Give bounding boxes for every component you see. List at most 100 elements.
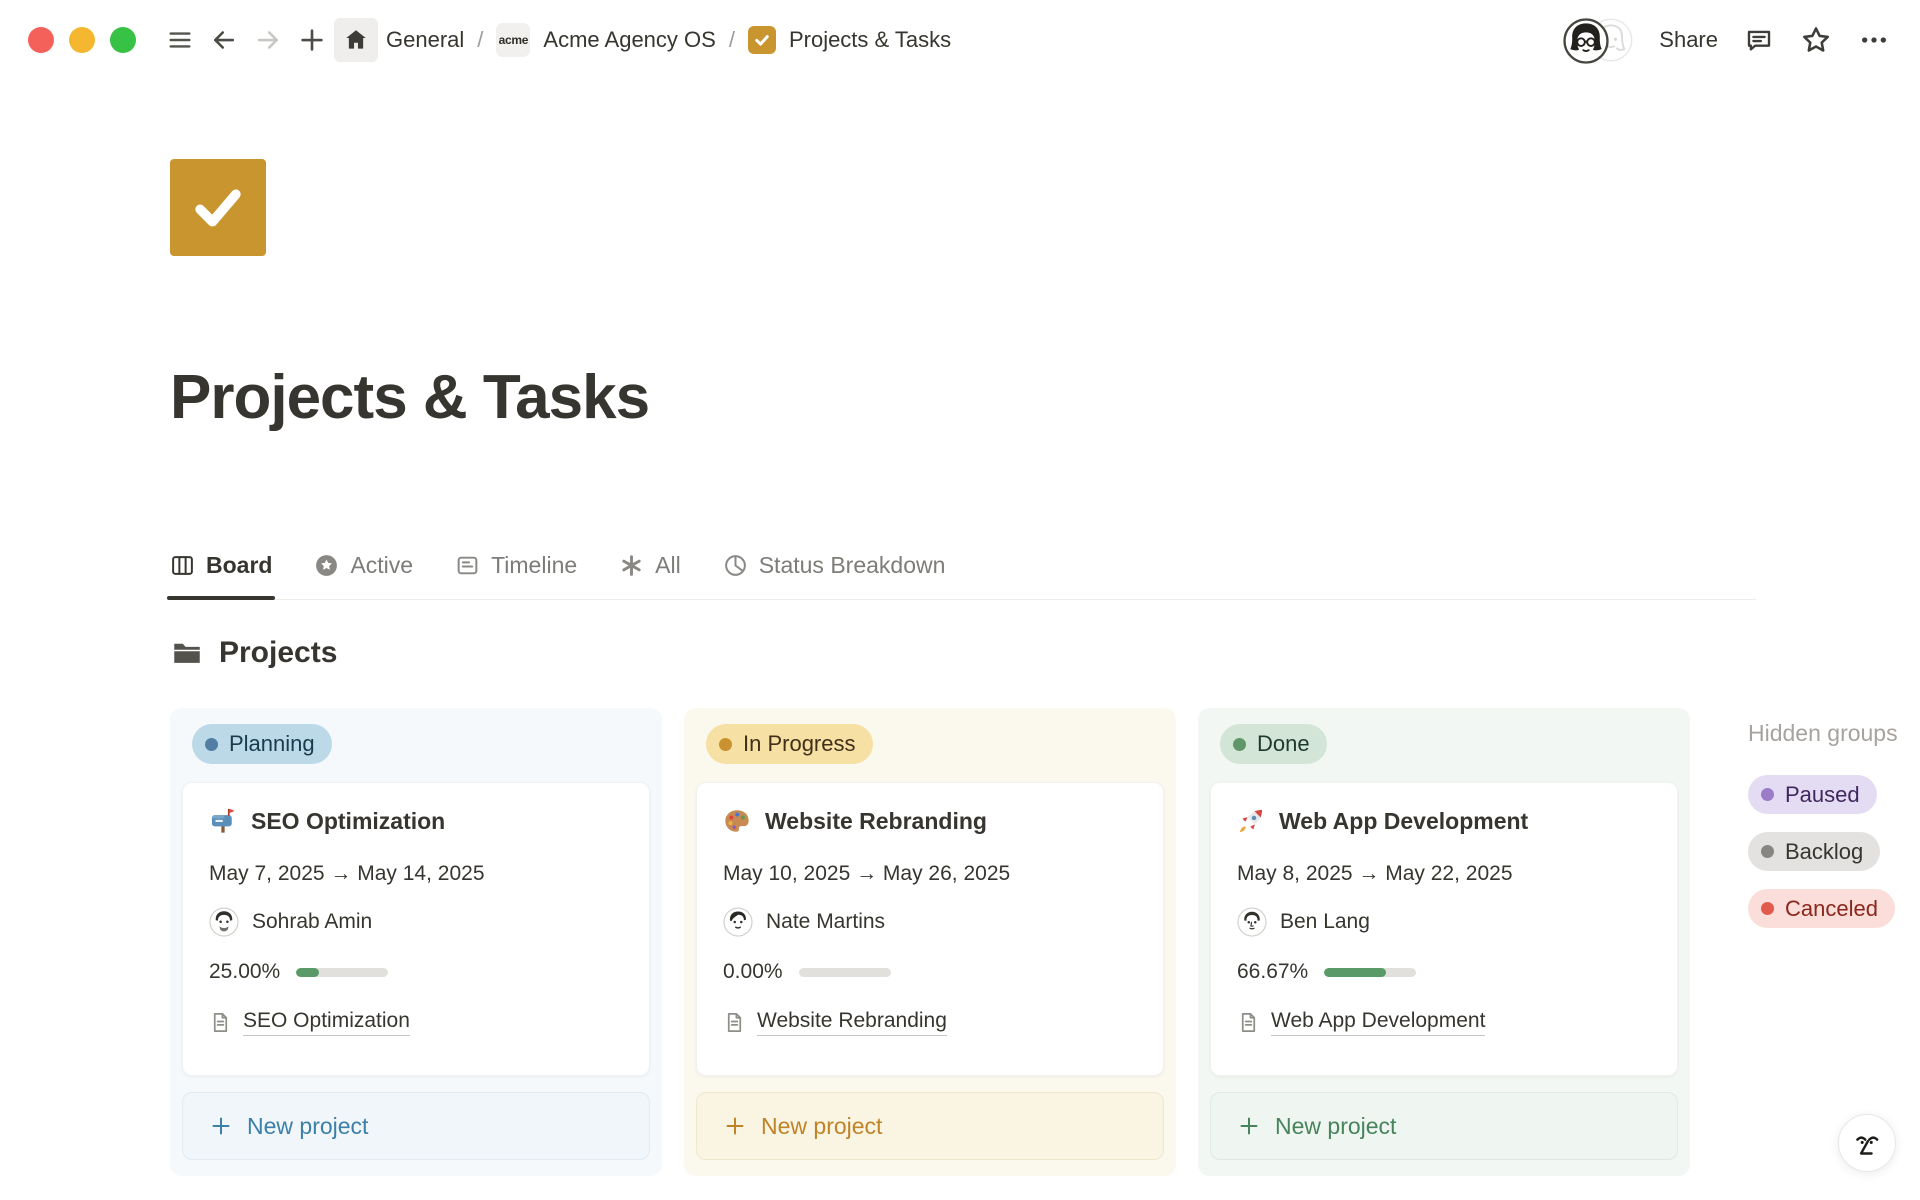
rocket-emoji xyxy=(1237,807,1265,835)
arrow-right-icon xyxy=(253,25,283,55)
palette-emoji xyxy=(723,807,751,835)
pie-icon xyxy=(723,553,748,578)
card-date-range: May 8, 2025 → May 22, 2025 xyxy=(1237,862,1651,886)
more-options-button[interactable] xyxy=(1858,24,1890,56)
page-link-seo-optimization[interactable]: SEO Optimization xyxy=(209,1009,623,1036)
column-in-progress: In Progress Website Rebranding May 10, 2… xyxy=(684,708,1176,1176)
assignee-avatar xyxy=(723,907,753,937)
comments-button[interactable] xyxy=(1744,25,1774,55)
breadcrumb-acme-agency-os[interactable]: Acme Agency OS xyxy=(543,27,715,53)
asterisk-icon xyxy=(619,553,644,578)
page-link-label: Website Rebranding xyxy=(757,1009,947,1036)
progress-percent: 0.00% xyxy=(723,960,783,984)
checkmark-icon xyxy=(185,175,251,241)
status-dot xyxy=(1761,845,1774,858)
project-card-web-app-development[interactable]: Web App Development May 8, 2025 → May 22… xyxy=(1210,782,1678,1076)
folder-icon xyxy=(170,636,204,670)
document-icon xyxy=(1237,1011,1260,1034)
back-button[interactable] xyxy=(202,18,246,62)
tab-status-breakdown[interactable]: Status Breakdown xyxy=(723,552,946,579)
breadcrumb-separator: / xyxy=(729,27,735,53)
tab-all[interactable]: All xyxy=(619,552,681,579)
star-circle-icon xyxy=(314,553,339,578)
hidden-group-backlog[interactable]: Backlog xyxy=(1748,832,1880,871)
assignee-name: Nate Martins xyxy=(766,910,885,934)
breadcrumb-separator: / xyxy=(477,27,483,53)
ellipsis-icon xyxy=(1858,24,1890,56)
timeline-icon xyxy=(455,553,480,578)
page-link-label: SEO Optimization xyxy=(243,1009,410,1036)
document-icon xyxy=(209,1011,232,1034)
view-tabs: Board Active Timeline All Status Breakdo… xyxy=(170,552,1756,600)
minimize-window-button[interactable] xyxy=(69,27,95,53)
workspace-logo-acme[interactable]: acme xyxy=(496,23,530,57)
hidden-groups-panel: Hidden groups Paused Backlog Canceled xyxy=(1748,708,1920,928)
status-dot xyxy=(719,738,732,751)
page-title[interactable]: Projects & Tasks xyxy=(170,364,1920,432)
new-project-button-done[interactable]: New project xyxy=(1210,1092,1678,1160)
new-project-label: New project xyxy=(761,1113,882,1140)
column-planning: Planning SEO Optimization May 7, 2025 → … xyxy=(170,708,662,1176)
progress-bar xyxy=(799,968,891,977)
home-icon xyxy=(343,27,369,53)
tab-label: Board xyxy=(206,552,272,579)
hidden-group-canceled[interactable]: Canceled xyxy=(1748,889,1895,928)
new-tab-button[interactable] xyxy=(290,18,334,62)
zoom-window-button[interactable] xyxy=(110,27,136,53)
status-dot xyxy=(1761,902,1774,915)
status-label: Planning xyxy=(229,731,315,757)
status-dot xyxy=(205,738,218,751)
new-project-button-in-progress[interactable]: New project xyxy=(696,1092,1164,1160)
collaborator-avatars[interactable] xyxy=(1563,16,1633,64)
assignee-name: Sohrab Amin xyxy=(252,910,372,934)
checkbox-page-icon[interactable] xyxy=(748,26,776,54)
new-project-button-planning[interactable]: New project xyxy=(182,1092,650,1160)
page-link-label: Web App Development xyxy=(1271,1009,1485,1036)
tab-board[interactable]: Board xyxy=(170,552,272,579)
window-titlebar: General / acme Acme Agency OS / Projects… xyxy=(0,0,1920,80)
plus-icon xyxy=(297,25,327,55)
home-button[interactable] xyxy=(334,18,378,62)
plus-icon xyxy=(209,1114,233,1138)
new-project-label: New project xyxy=(1275,1113,1396,1140)
project-card-seo-optimization[interactable]: SEO Optimization May 7, 2025 → May 14, 2… xyxy=(182,782,650,1076)
status-dot xyxy=(1761,788,1774,801)
tab-timeline[interactable]: Timeline xyxy=(455,552,577,579)
card-date-range: May 10, 2025 → May 26, 2025 xyxy=(723,862,1137,886)
hidden-group-paused[interactable]: Paused xyxy=(1748,775,1877,814)
arrow-left-icon xyxy=(209,25,239,55)
status-label: In Progress xyxy=(743,731,856,757)
share-button[interactable]: Share xyxy=(1659,27,1718,53)
breadcrumb-general[interactable]: General xyxy=(386,27,464,53)
status-label: Backlog xyxy=(1785,839,1863,865)
tab-active[interactable]: Active xyxy=(314,552,413,579)
notion-ai-button[interactable] xyxy=(1838,1114,1896,1172)
tab-label: All xyxy=(655,552,681,579)
status-pill-in-progress[interactable]: In Progress xyxy=(706,724,873,764)
mailbox-emoji xyxy=(209,807,237,835)
progress-bar xyxy=(1324,968,1416,977)
status-pill-planning[interactable]: Planning xyxy=(192,724,332,764)
card-title: Website Rebranding xyxy=(765,808,987,835)
breadcrumb-projects-tasks[interactable]: Projects & Tasks xyxy=(789,27,951,53)
page-link-website-rebranding[interactable]: Website Rebranding xyxy=(723,1009,1137,1036)
progress-percent: 25.00% xyxy=(209,960,280,984)
page-link-web-app-development[interactable]: Web App Development xyxy=(1237,1009,1651,1036)
progress-percent: 66.67% xyxy=(1237,960,1308,984)
status-pill-done[interactable]: Done xyxy=(1220,724,1327,764)
favorite-button[interactable] xyxy=(1800,24,1832,56)
tab-label: Active xyxy=(350,552,413,579)
close-window-button[interactable] xyxy=(28,27,54,53)
project-card-website-rebranding[interactable]: Website Rebranding May 10, 2025 → May 26… xyxy=(696,782,1164,1076)
sidebar-menu-button[interactable] xyxy=(158,18,202,62)
forward-button[interactable] xyxy=(246,18,290,62)
projects-section-header[interactable]: Projects xyxy=(170,636,337,670)
page-icon-checkbox[interactable] xyxy=(170,159,266,256)
star-icon xyxy=(1800,24,1832,56)
card-date-range: May 7, 2025 → May 14, 2025 xyxy=(209,862,623,886)
avatar xyxy=(1563,18,1609,64)
plus-icon xyxy=(723,1114,747,1138)
assignee-name: Ben Lang xyxy=(1280,910,1370,934)
traffic-lights xyxy=(28,27,136,53)
column-done: Done Web App Development May 8, 2025 → M… xyxy=(1198,708,1690,1176)
